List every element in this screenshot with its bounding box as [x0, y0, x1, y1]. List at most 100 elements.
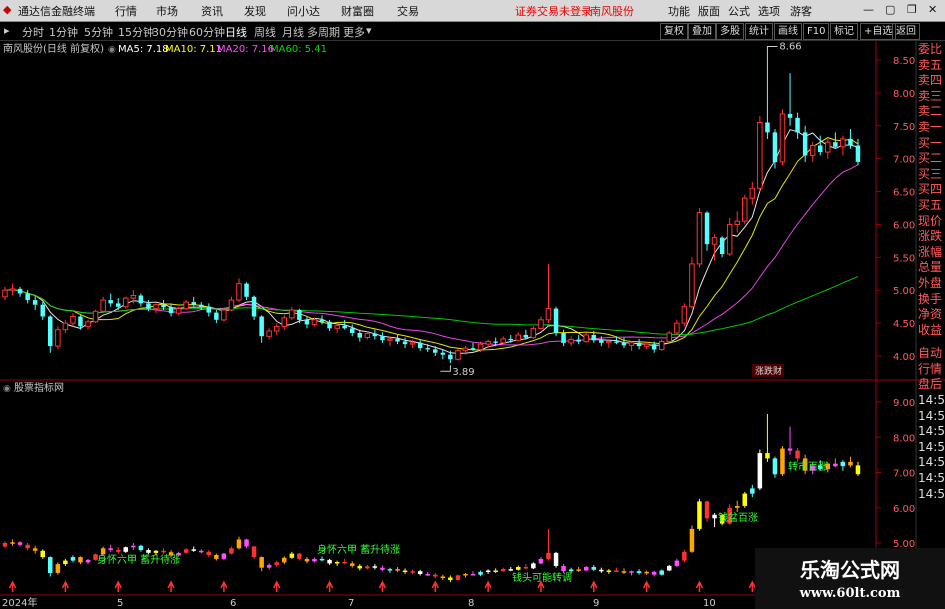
quote-label[interactable]: 买三 [918, 167, 945, 183]
indicator-bar [410, 571, 415, 573]
tool-back[interactable]: 返回 [892, 23, 920, 40]
candle-body [78, 316, 83, 327]
candle-body [380, 336, 385, 341]
indicator-bar [636, 571, 642, 573]
period-60min[interactable]: 60分钟 [189, 24, 225, 40]
menu-function[interactable]: 功能 [668, 3, 690, 19]
candle-body [281, 317, 287, 327]
price-tick-label: 5.00 [893, 286, 915, 297]
candle-body [138, 295, 144, 304]
quote-label[interactable]: 卖二 [918, 104, 945, 120]
minimize-icon[interactable]: — [863, 3, 874, 16]
stock-tab[interactable]: 南风股份 [590, 3, 634, 19]
candle-body [266, 330, 272, 337]
menu-discover[interactable]: 发现 [244, 3, 266, 19]
candle-body [599, 340, 604, 343]
quote-label[interactable]: 卖四 [918, 73, 945, 89]
indicator-bar [161, 550, 166, 553]
quote-label[interactable]: 盘后 [918, 377, 945, 393]
tick-time: 14:50 [918, 471, 945, 486]
app-logo-icon: ◆ [3, 3, 12, 16]
menu-trade[interactable]: 交易 [397, 3, 419, 19]
menu-wealth[interactable]: 财富圈 [341, 3, 374, 19]
indicator-bar [183, 549, 189, 553]
period-1min[interactable]: 1分钟 [49, 24, 78, 40]
buy-arrow-icon [167, 580, 175, 592]
tool-add-favorite[interactable]: +自选 [860, 23, 897, 40]
indicator-bar [48, 557, 53, 573]
quote-label[interactable]: 行情 [918, 362, 945, 378]
menu-exchange[interactable]: 市场 [156, 3, 178, 19]
quote-label[interactable]: 买一 [918, 136, 945, 152]
quote-label[interactable]: 卖一 [918, 120, 945, 136]
menu-formula[interactable]: 公式 [728, 3, 750, 19]
candle-body [92, 310, 99, 323]
candle-body [440, 352, 446, 355]
quote-label[interactable]: 买四 [918, 182, 945, 198]
quote-label[interactable]: 买二 [918, 151, 945, 167]
buy-arrow-icon [61, 580, 70, 592]
indicator-bar [251, 546, 257, 558]
indicator-bar [63, 560, 68, 565]
quote-label[interactable]: 委比 [918, 42, 945, 58]
period-daily[interactable]: 日线 [225, 24, 247, 40]
chevron-left-icon[interactable]: ▸ [4, 24, 10, 37]
period-30min[interactable]: 30分钟 [152, 24, 188, 40]
chevron-down-icon[interactable]: ▾ [366, 24, 372, 37]
menu-guest[interactable]: 游客 [790, 3, 812, 19]
indicator-bar [100, 548, 106, 555]
quote-label[interactable]: 换手 [918, 292, 945, 308]
tool-overlay[interactable]: 叠加 [688, 23, 716, 40]
indicator-bar [319, 558, 325, 561]
tool-multi-stock[interactable]: 多股 [716, 23, 744, 40]
indicator-bar [712, 514, 717, 519]
quote-label[interactable]: 卖三 [918, 89, 945, 105]
menu-options[interactable]: 选项 [758, 3, 780, 19]
quote-label[interactable]: 自动 [918, 346, 945, 362]
indicator-bar [402, 570, 408, 572]
period-5min[interactable]: 5分钟 [84, 24, 113, 40]
quote-label[interactable]: 收益 [918, 323, 945, 339]
period-more[interactable]: 更多 [343, 24, 365, 40]
period-timeshare[interactable]: 分时 [22, 24, 44, 40]
period-multi[interactable]: 多周期 [307, 24, 340, 40]
restore-icon[interactable]: ❐ [907, 3, 917, 16]
quote-label[interactable]: 总量 [918, 260, 945, 276]
price-tick-label: 4.50 [893, 319, 915, 330]
menu-market[interactable]: 行情 [115, 3, 137, 19]
candle-body [651, 344, 657, 350]
quote-label[interactable]: 涨幅 [918, 245, 945, 261]
indicator-bar [855, 465, 861, 475]
period-monthly[interactable]: 月线 [282, 24, 304, 40]
quote-label[interactable]: 买五 [918, 198, 945, 214]
indicator-bar [735, 506, 740, 508]
indicator-bar [282, 557, 287, 563]
buy-arrow-icon [642, 580, 651, 592]
indicator-bar [259, 557, 264, 568]
quote-label[interactable]: 涨跌 [918, 229, 945, 245]
menu-layout[interactable]: 版面 [698, 3, 720, 19]
indicator-bar [523, 567, 529, 569]
quote-label[interactable]: 净资 [918, 307, 945, 323]
high-price-label: 8.66 [779, 41, 801, 52]
quote-label[interactable]: 现价 [918, 214, 945, 230]
close-icon[interactable]: ✕ [928, 3, 937, 16]
tool-stats[interactable]: 统计 [745, 23, 773, 40]
period-15min[interactable]: 15分钟 [118, 24, 154, 40]
tool-f10[interactable]: F10 [803, 23, 830, 40]
ma60-line [4, 276, 859, 336]
maximize-icon[interactable]: ▢ [885, 3, 895, 16]
stock-chart[interactable]: 南风股份(日线 前复权) ◉ MA5: 7.18 MA10: 7.11 MA20… [0, 40, 945, 609]
period-weekly[interactable]: 周线 [254, 24, 276, 40]
candle-body [289, 309, 295, 319]
quote-label[interactable]: 外盘 [918, 276, 945, 292]
tool-draw[interactable]: 画线 [774, 23, 802, 40]
quote-label[interactable]: 卖五 [918, 58, 945, 74]
tool-adjust[interactable]: 复权 [660, 23, 688, 40]
menu-news[interactable]: 资讯 [201, 3, 223, 19]
tool-mark[interactable]: 标记 [830, 23, 858, 40]
login-alert[interactable]: 证券交易未登录 [515, 3, 592, 19]
candlesticks [2, 49, 861, 364]
menu-xiaoda[interactable]: 问小达 [287, 3, 320, 19]
candle-body [485, 341, 491, 345]
